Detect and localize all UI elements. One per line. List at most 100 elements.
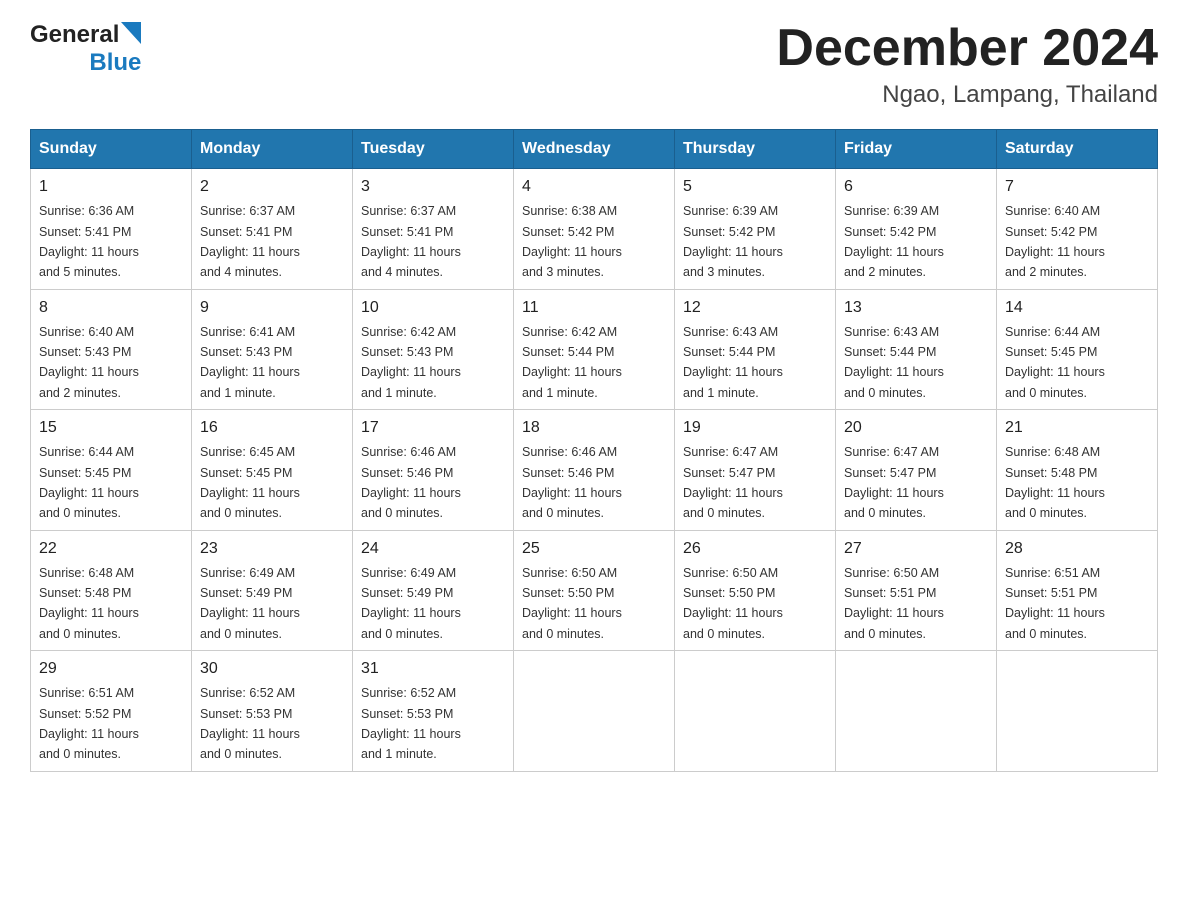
day-cell: 22 Sunrise: 6:48 AMSunset: 5:48 PMDaylig… [31,530,192,651]
day-cell: 12 Sunrise: 6:43 AMSunset: 5:44 PMDaylig… [675,289,836,410]
logo-line2: Blue [30,49,141,77]
day-info: Sunrise: 6:36 AMSunset: 5:41 PMDaylight:… [39,204,139,279]
day-info: Sunrise: 6:47 AMSunset: 5:47 PMDaylight:… [844,445,944,520]
day-info: Sunrise: 6:48 AMSunset: 5:48 PMDaylight:… [1005,445,1105,520]
day-number: 15 [39,416,183,440]
month-title: December 2024 [776,20,1158,77]
day-cell: 21 Sunrise: 6:48 AMSunset: 5:48 PMDaylig… [997,410,1158,531]
day-info: Sunrise: 6:43 AMSunset: 5:44 PMDaylight:… [683,325,783,400]
day-cell: 17 Sunrise: 6:46 AMSunset: 5:46 PMDaylig… [353,410,514,531]
day-number: 6 [844,175,988,199]
day-number: 19 [683,416,827,440]
day-number: 29 [39,657,183,681]
day-cell: 9 Sunrise: 6:41 AMSunset: 5:43 PMDayligh… [192,289,353,410]
week-row-3: 15 Sunrise: 6:44 AMSunset: 5:45 PMDaylig… [31,410,1158,531]
day-info: Sunrise: 6:44 AMSunset: 5:45 PMDaylight:… [39,445,139,520]
day-info: Sunrise: 6:49 AMSunset: 5:49 PMDaylight:… [200,566,300,641]
day-number: 23 [200,537,344,561]
day-number: 3 [361,175,505,199]
calendar-header: SundayMondayTuesdayWednesdayThursdayFrid… [31,130,1158,169]
day-number: 25 [522,537,666,561]
day-number: 26 [683,537,827,561]
day-number: 24 [361,537,505,561]
day-cell: 31 Sunrise: 6:52 AMSunset: 5:53 PMDaylig… [353,651,514,772]
day-cell: 1 Sunrise: 6:36 AMSunset: 5:41 PMDayligh… [31,169,192,290]
calendar-table: SundayMondayTuesdayWednesdayThursdayFrid… [30,129,1158,772]
logo: General Blue [30,20,141,77]
column-header-thursday: Thursday [675,130,836,169]
week-row-4: 22 Sunrise: 6:48 AMSunset: 5:48 PMDaylig… [31,530,1158,651]
day-number: 5 [683,175,827,199]
day-cell: 18 Sunrise: 6:46 AMSunset: 5:46 PMDaylig… [514,410,675,531]
day-info: Sunrise: 6:50 AMSunset: 5:50 PMDaylight:… [522,566,622,641]
logo-line1: General [30,20,141,49]
day-info: Sunrise: 6:39 AMSunset: 5:42 PMDaylight:… [683,204,783,279]
day-info: Sunrise: 6:38 AMSunset: 5:42 PMDaylight:… [522,204,622,279]
day-cell: 30 Sunrise: 6:52 AMSunset: 5:53 PMDaylig… [192,651,353,772]
day-info: Sunrise: 6:43 AMSunset: 5:44 PMDaylight:… [844,325,944,400]
day-cell: 20 Sunrise: 6:47 AMSunset: 5:47 PMDaylig… [836,410,997,531]
column-header-monday: Monday [192,130,353,169]
day-info: Sunrise: 6:42 AMSunset: 5:44 PMDaylight:… [522,325,622,400]
day-number: 2 [200,175,344,199]
day-cell: 24 Sunrise: 6:49 AMSunset: 5:49 PMDaylig… [353,530,514,651]
day-info: Sunrise: 6:51 AMSunset: 5:51 PMDaylight:… [1005,566,1105,641]
day-number: 8 [39,296,183,320]
day-info: Sunrise: 6:46 AMSunset: 5:46 PMDaylight:… [361,445,461,520]
day-cell: 15 Sunrise: 6:44 AMSunset: 5:45 PMDaylig… [31,410,192,531]
day-info: Sunrise: 6:47 AMSunset: 5:47 PMDaylight:… [683,445,783,520]
day-number: 7 [1005,175,1149,199]
day-cell: 26 Sunrise: 6:50 AMSunset: 5:50 PMDaylig… [675,530,836,651]
day-number: 1 [39,175,183,199]
column-header-sunday: Sunday [31,130,192,169]
day-info: Sunrise: 6:45 AMSunset: 5:45 PMDaylight:… [200,445,300,520]
page-header: General Blue December 2024 Ngao, Lampang… [30,20,1158,109]
day-info: Sunrise: 6:52 AMSunset: 5:53 PMDaylight:… [200,686,300,761]
day-cell [997,651,1158,772]
day-cell: 14 Sunrise: 6:44 AMSunset: 5:45 PMDaylig… [997,289,1158,410]
calendar-body: 1 Sunrise: 6:36 AMSunset: 5:41 PMDayligh… [31,169,1158,772]
day-number: 16 [200,416,344,440]
day-number: 28 [1005,537,1149,561]
day-info: Sunrise: 6:48 AMSunset: 5:48 PMDaylight:… [39,566,139,641]
day-number: 20 [844,416,988,440]
day-number: 22 [39,537,183,561]
day-info: Sunrise: 6:42 AMSunset: 5:43 PMDaylight:… [361,325,461,400]
day-number: 9 [200,296,344,320]
day-cell: 2 Sunrise: 6:37 AMSunset: 5:41 PMDayligh… [192,169,353,290]
day-info: Sunrise: 6:46 AMSunset: 5:46 PMDaylight:… [522,445,622,520]
day-info: Sunrise: 6:41 AMSunset: 5:43 PMDaylight:… [200,325,300,400]
column-header-wednesday: Wednesday [514,130,675,169]
day-info: Sunrise: 6:49 AMSunset: 5:49 PMDaylight:… [361,566,461,641]
day-info: Sunrise: 6:44 AMSunset: 5:45 PMDaylight:… [1005,325,1105,400]
day-cell: 27 Sunrise: 6:50 AMSunset: 5:51 PMDaylig… [836,530,997,651]
day-info: Sunrise: 6:37 AMSunset: 5:41 PMDaylight:… [200,204,300,279]
day-cell [675,651,836,772]
logo-blue-text: Blue [89,49,141,77]
day-number: 31 [361,657,505,681]
day-number: 17 [361,416,505,440]
day-cell: 5 Sunrise: 6:39 AMSunset: 5:42 PMDayligh… [675,169,836,290]
day-cell [514,651,675,772]
day-info: Sunrise: 6:50 AMSunset: 5:51 PMDaylight:… [844,566,944,641]
logo-arrow-icon [121,22,141,49]
day-info: Sunrise: 6:40 AMSunset: 5:42 PMDaylight:… [1005,204,1105,279]
day-number: 18 [522,416,666,440]
column-header-friday: Friday [836,130,997,169]
week-row-1: 1 Sunrise: 6:36 AMSunset: 5:41 PMDayligh… [31,169,1158,290]
day-cell: 10 Sunrise: 6:42 AMSunset: 5:43 PMDaylig… [353,289,514,410]
day-cell: 3 Sunrise: 6:37 AMSunset: 5:41 PMDayligh… [353,169,514,290]
day-info: Sunrise: 6:40 AMSunset: 5:43 PMDaylight:… [39,325,139,400]
day-number: 13 [844,296,988,320]
day-number: 27 [844,537,988,561]
day-number: 14 [1005,296,1149,320]
day-cell: 28 Sunrise: 6:51 AMSunset: 5:51 PMDaylig… [997,530,1158,651]
day-info: Sunrise: 6:52 AMSunset: 5:53 PMDaylight:… [361,686,461,761]
day-cell: 25 Sunrise: 6:50 AMSunset: 5:50 PMDaylig… [514,530,675,651]
title-block: December 2024 Ngao, Lampang, Thailand [776,20,1158,109]
week-row-2: 8 Sunrise: 6:40 AMSunset: 5:43 PMDayligh… [31,289,1158,410]
day-cell: 16 Sunrise: 6:45 AMSunset: 5:45 PMDaylig… [192,410,353,531]
day-cell: 7 Sunrise: 6:40 AMSunset: 5:42 PMDayligh… [997,169,1158,290]
column-header-tuesday: Tuesday [353,130,514,169]
day-cell: 19 Sunrise: 6:47 AMSunset: 5:47 PMDaylig… [675,410,836,531]
